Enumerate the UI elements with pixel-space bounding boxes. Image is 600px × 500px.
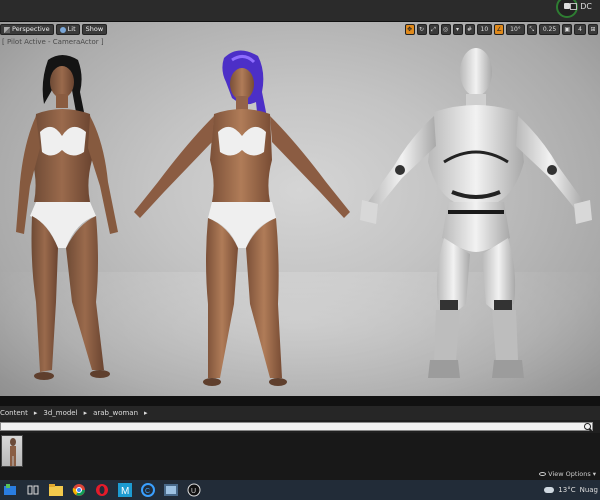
svg-text:U: U <box>191 488 196 495</box>
breadcrumb: Content ▸ 3d_model ▸ arab_woman ▸ <box>0 406 600 420</box>
cortana-icon[interactable]: C <box>138 480 158 500</box>
grid-snap-value[interactable]: 10 <box>476 24 493 35</box>
content-browser-top <box>0 396 600 406</box>
perspective-button[interactable]: Perspective <box>0 24 54 35</box>
level-viewport[interactable]: Perspective Lit Show [ Pilot Active - Ca… <box>0 22 600 396</box>
chevron-down-icon: ▾ <box>592 470 596 478</box>
system-tray: 13°C Nuag <box>544 480 600 500</box>
svg-text:C: C <box>145 488 150 495</box>
camera-speed-value[interactable]: 4 <box>574 24 586 35</box>
breadcrumb-arab-woman[interactable]: arab_woman <box>93 409 138 417</box>
rotation-snap-value[interactable]: 10° <box>506 24 525 35</box>
chrome-icon[interactable] <box>69 480 89 500</box>
chevron-right-icon: ▸ <box>144 409 148 417</box>
scale-mode-icon[interactable]: ⤢ <box>428 24 439 35</box>
lit-button[interactable]: Lit <box>55 24 80 35</box>
scale-snap-icon[interactable]: ⤡ <box>526 24 537 35</box>
file-explorer-icon[interactable] <box>46 480 66 500</box>
search-input[interactable] <box>0 422 593 431</box>
world-space-icon[interactable]: ◎ <box>440 24 451 35</box>
unreal-market-icon[interactable]: M <box>115 480 135 500</box>
scale-snap-value[interactable]: 0.25 <box>538 24 561 35</box>
weather-cloud-icon[interactable] <box>544 487 555 493</box>
windows-taskbar: M C U 13°C Nuag <box>0 480 600 500</box>
search-taskbar-icon[interactable] <box>0 480 20 500</box>
asset-thumbnail[interactable] <box>1 435 23 467</box>
eye-icon <box>539 472 547 476</box>
top-right-label: DC <box>580 2 592 11</box>
temperature-label[interactable]: 13°C <box>558 486 575 494</box>
viewport-toolbar-left: Perspective Lit Show <box>0 24 108 35</box>
opera-icon[interactable] <box>92 480 112 500</box>
lit-icon <box>59 26 66 33</box>
asset-preview-icon <box>10 438 16 466</box>
rotation-snap-icon[interactable]: ∠ <box>494 24 505 35</box>
rotate-mode-icon[interactable]: ↻ <box>416 24 427 35</box>
camera-speed-icon[interactable]: ▣ <box>562 24 573 35</box>
editor-top-bar: DC <box>0 0 600 22</box>
unreal-engine-icon[interactable]: U <box>184 480 204 500</box>
chevron-right-icon: ▸ <box>83 409 88 417</box>
svg-text:M: M <box>121 486 129 497</box>
search-row <box>0 420 600 433</box>
layout-icon[interactable] <box>570 3 578 10</box>
perspective-icon <box>4 26 10 33</box>
select-mode-icon[interactable]: ✥ <box>404 24 415 35</box>
character-model-2[interactable] <box>128 42 358 392</box>
grid-snap-icon[interactable]: # <box>464 24 475 35</box>
mannequin-model[interactable] <box>348 42 598 392</box>
character-model-1[interactable] <box>0 52 140 392</box>
task-view-icon[interactable] <box>23 480 43 500</box>
media-icon[interactable] <box>161 480 181 500</box>
maximize-viewport-icon[interactable]: ⊞ <box>588 24 598 35</box>
breadcrumb-3d-model[interactable]: 3d_model <box>43 409 77 417</box>
content-browser-status <box>0 469 600 480</box>
chevron-right-icon: ▸ <box>33 409 38 417</box>
asset-grid <box>0 433 600 469</box>
viewport-toolbar-right: ✥ ↻ ⤢ ◎ ▾ # 10 ∠ 10° ⤡ 0.25 ▣ 4 ⊞ <box>404 24 598 35</box>
top-right-controls: DC <box>570 2 592 11</box>
weather-label[interactable]: Nuag <box>580 486 598 494</box>
view-options-button[interactable]: View Options ▾ <box>539 469 596 479</box>
show-button[interactable]: Show <box>81 24 108 35</box>
breadcrumb-content[interactable]: Content <box>0 409 28 417</box>
pilot-label: [ Pilot Active - CameraActor ] <box>2 38 104 46</box>
surface-snap-icon[interactable]: ▾ <box>452 24 463 35</box>
search-icon[interactable] <box>584 423 591 430</box>
